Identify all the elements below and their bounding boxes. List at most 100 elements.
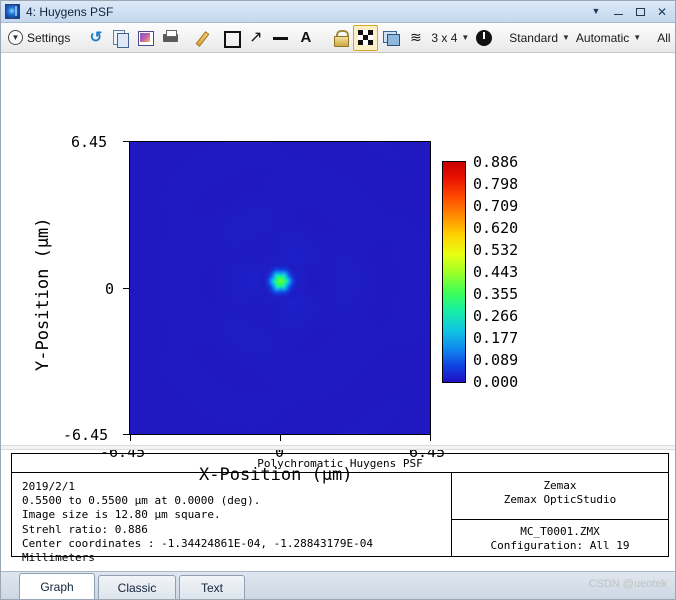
settings-label: Settings — [27, 31, 70, 45]
rectangle-icon — [221, 28, 240, 47]
colorbar-tick: 0.089 — [473, 351, 518, 369]
clock-icon — [476, 30, 492, 46]
chevron-down-icon: ▼ — [633, 33, 641, 42]
y-tick-bottom — [123, 434, 129, 435]
report-line: Strehl ratio: 0.886 — [22, 523, 451, 537]
window-icon — [381, 28, 400, 47]
style-dropdown[interactable]: Standard ▼ — [506, 25, 573, 51]
refresh-button[interactable]: ↺ — [83, 25, 108, 51]
y-axis-tick-mid: 0 — [105, 280, 114, 298]
tab-label: Classic — [118, 581, 157, 595]
chevron-down-icon: ▼ — [8, 30, 23, 45]
colorbar-tick: 0.709 — [473, 197, 518, 215]
y-tick-top — [123, 141, 129, 142]
tab-label: Graph — [40, 580, 73, 594]
report-details: 2019/2/1 0.5500 to 0.5500 µm at 0.0000 (… — [12, 472, 452, 556]
colorbar-tick: 0.266 — [473, 307, 518, 325]
tab-text[interactable]: Text — [179, 575, 245, 599]
grid-size-label: 3 x 4 — [431, 31, 457, 45]
maximize-icon — [636, 8, 645, 16]
scale-label: Automatic — [576, 31, 629, 45]
report-panel: Polychromatic Huygens PSF 2019/2/1 0.550… — [11, 453, 669, 558]
chevron-down-icon: ▼ — [592, 7, 601, 16]
configuration-label: All — [657, 31, 670, 45]
settings-button[interactable]: ▼ Settings — [5, 25, 73, 51]
report-vendor: Zemax Zemax OpticStudio — [452, 472, 668, 519]
chevron-down-icon: ▼ — [461, 33, 469, 42]
grid-size-dropdown[interactable]: 3 x 4 ▼ — [428, 25, 472, 51]
psf-plot-area: 6.45 0 -6.45 -6.45 0 6.45 X-Position (µm… — [1, 53, 676, 443]
arrow-icon: ↗ — [246, 28, 265, 47]
colorbar — [442, 161, 466, 383]
save-chart-icon — [136, 28, 155, 47]
fit-window-button[interactable] — [353, 25, 378, 51]
tab-graph[interactable]: Graph — [19, 573, 95, 599]
file-name: MC_T0001.ZMX — [452, 525, 668, 539]
window-dropdown-button[interactable]: ▼ — [585, 3, 607, 21]
tab-classic[interactable]: Classic — [98, 575, 176, 599]
layers-icon: ≋ — [406, 28, 425, 47]
report-line: Center coordinates : -1.34424861E-04, -1… — [22, 537, 451, 565]
colorbar-tick: 0.355 — [473, 285, 518, 303]
window-controls: ▼ ✕ — [585, 3, 673, 21]
arrow-tool-button[interactable]: ↗ — [243, 25, 268, 51]
main-toolbar: ▼ Settings ↺ ↗ A — [1, 23, 676, 53]
rectangle-tool-button[interactable] — [218, 25, 243, 51]
panel-splitter[interactable] — [1, 445, 676, 450]
colorbar-tick: 0.620 — [473, 219, 518, 237]
close-button[interactable]: ✕ — [651, 3, 673, 21]
copy-icon — [111, 28, 130, 47]
report-file: MC_T0001.ZMX Configuration: All 19 — [452, 520, 668, 553]
print-icon — [161, 28, 180, 47]
style-label: Standard — [509, 31, 558, 45]
view-tabbar: Graph Classic Text CSDN @ueotek — [1, 571, 676, 599]
report-line: 2019/2/1 — [22, 480, 451, 494]
colorbar-tick: 0.886 — [473, 153, 518, 171]
pencil-icon — [196, 28, 215, 47]
configuration-dropdown[interactable]: All ▼ — [654, 25, 676, 51]
psf-window-icon — [5, 4, 20, 19]
tab-label: Text — [201, 581, 223, 595]
y-axis-tick-min: -6.45 — [63, 426, 108, 444]
save-chart-button[interactable] — [133, 25, 158, 51]
detach-window-button[interactable] — [378, 25, 403, 51]
lock-button[interactable] — [328, 25, 353, 51]
watermark: CSDN @ueotek — [589, 578, 667, 590]
y-axis-tick-max: 6.45 — [71, 133, 107, 151]
minimize-icon — [614, 14, 623, 15]
print-button[interactable] — [158, 25, 183, 51]
report-line: 0.5500 to 0.5500 µm at 0.0000 (deg). — [22, 494, 451, 508]
text-icon: A — [296, 28, 315, 47]
x-tick-mid — [280, 435, 281, 441]
reset-button[interactable] — [472, 25, 496, 51]
maximize-button[interactable] — [629, 3, 651, 21]
colorbar-tick: 0.177 — [473, 329, 518, 347]
psf-heatmap-canvas — [130, 142, 430, 434]
line-icon — [271, 28, 290, 47]
colorbar-tick: 0.532 — [473, 241, 518, 259]
window-title: 4: Huygens PSF — [26, 5, 585, 19]
y-axis-title: Y-Position (µm) — [33, 217, 53, 371]
layers-button[interactable]: ≋ — [403, 25, 428, 51]
text-tool-button[interactable]: A — [293, 25, 318, 51]
line-tool-button[interactable] — [268, 25, 293, 51]
report-title: Polychromatic Huygens PSF — [11, 453, 669, 473]
huygens-psf-window: 4: Huygens PSF ▼ ✕ ▼ Settings ↺ — [0, 0, 676, 600]
colorbar-tick: 0.798 — [473, 175, 518, 193]
x-tick-left — [130, 435, 131, 441]
minimize-button[interactable] — [607, 3, 629, 21]
pencil-tool-button[interactable] — [193, 25, 218, 51]
psf-heatmap[interactable] — [129, 141, 431, 435]
vendor-name: Zemax — [452, 479, 668, 493]
chevron-down-icon: ▼ — [562, 33, 570, 42]
scale-dropdown[interactable]: Automatic ▼ — [573, 25, 644, 51]
colorbar-tick: 0.000 — [473, 373, 518, 391]
configuration-text: Configuration: All 19 — [452, 539, 668, 553]
refresh-icon: ↺ — [86, 28, 105, 47]
window-titlebar: 4: Huygens PSF ▼ ✕ — [1, 1, 676, 23]
lock-icon — [331, 28, 350, 47]
close-icon: ✕ — [657, 6, 667, 18]
y-tick-mid — [123, 288, 129, 289]
copy-button[interactable] — [108, 25, 133, 51]
report-meta: Zemax Zemax OpticStudio MC_T0001.ZMX Con… — [452, 472, 668, 556]
